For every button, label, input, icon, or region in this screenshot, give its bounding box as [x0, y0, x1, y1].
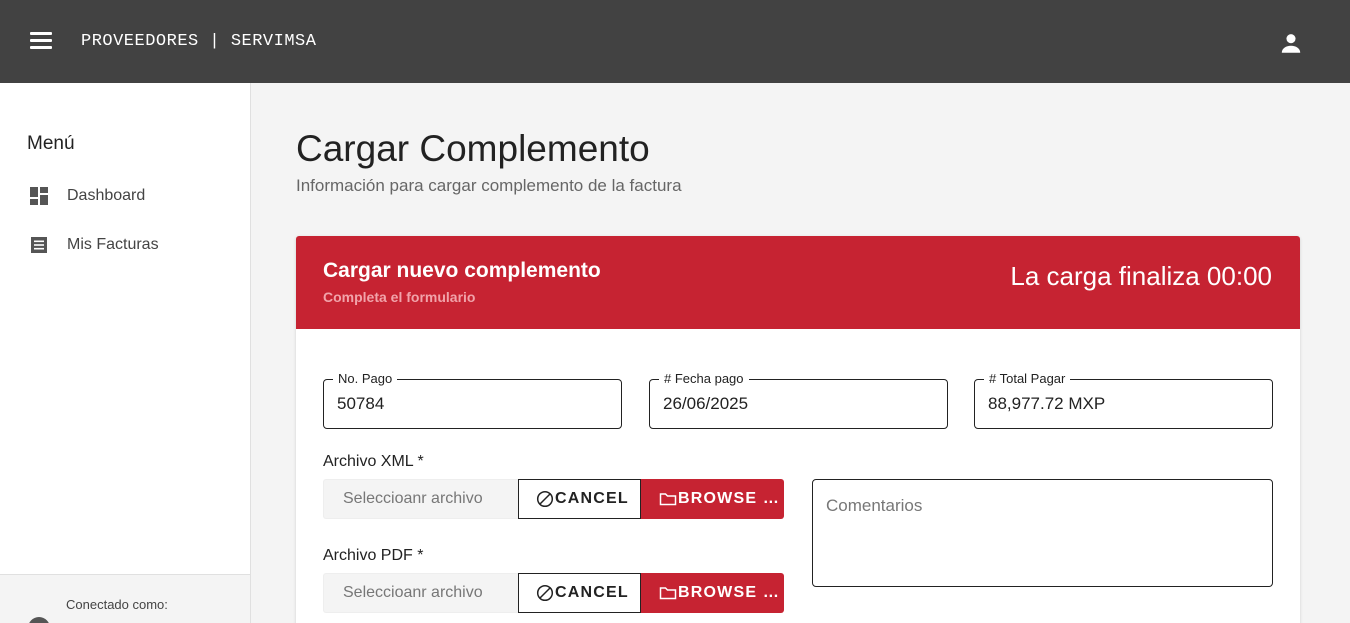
field-value: 88,977.72 MXP	[988, 394, 1106, 413]
total-to-pay-field[interactable]: # Total Pagar 88,977.72 MXP	[974, 371, 1273, 429]
field-label: No. Pago	[333, 371, 398, 387]
comments-textarea[interactable]: Comentarios	[812, 479, 1273, 587]
pdf-file-name[interactable]: Seleccioanr archivo	[323, 573, 518, 613]
page-title: Cargar Complemento	[296, 128, 650, 169]
connected-as-label: Conectado como:	[66, 597, 168, 612]
field-label: # Fecha pago	[659, 371, 749, 387]
sidebar-footer: Conectado como:	[0, 574, 250, 623]
payment-date-field[interactable]: # Fecha pago 26/06/2025	[649, 371, 948, 429]
top-app-bar: PROVEEDORES | SERVIMSA	[0, 0, 1350, 83]
dashboard-icon	[29, 186, 49, 206]
pdf-browse-button[interactable]: BROWSE …	[641, 573, 784, 613]
sidebar: Menú Dashboard Mis Facturas Conectado co…	[0, 83, 251, 623]
sidebar-item-dashboard[interactable]: Dashboard	[0, 176, 250, 216]
field-value: 50784	[337, 394, 385, 413]
card-subtitle: Completa el formulario	[323, 289, 476, 305]
xml-file-input: Seleccioanr archivo CANCEL BROWSE …	[323, 479, 784, 519]
card-title: Cargar nuevo complemento	[323, 259, 601, 282]
account-icon[interactable]	[1278, 30, 1304, 56]
user-avatar-icon	[28, 617, 50, 623]
hamburger-menu-icon[interactable]	[26, 28, 56, 56]
xml-file-name[interactable]: Seleccioanr archivo	[323, 479, 518, 519]
xml-file-label: Archivo XML *	[323, 453, 424, 470]
payment-number-field[interactable]: No. Pago 50784	[323, 371, 622, 429]
upload-card: Cargar nuevo complemento Completa el for…	[296, 236, 1300, 623]
pdf-file-input: Seleccioanr archivo CANCEL BROWSE …	[323, 573, 784, 613]
folder-icon	[659, 587, 677, 600]
sidebar-item-label: Mis Facturas	[67, 236, 159, 253]
cancel-label: CANCEL	[555, 584, 629, 601]
cancel-icon	[536, 490, 554, 508]
pdf-file-label: Archivo PDF *	[323, 547, 424, 564]
xml-cancel-button[interactable]: CANCEL	[518, 479, 641, 519]
field-value: 26/06/2025	[663, 394, 749, 413]
cancel-label: CANCEL	[555, 490, 629, 507]
folder-icon	[659, 493, 677, 506]
upload-timer: La carga finaliza 00:00	[1010, 261, 1272, 291]
app-title: PROVEEDORES | SERVIMSA	[81, 32, 317, 51]
browse-label: BROWSE …	[678, 490, 781, 507]
page-subtitle: Información para cargar complemento de l…	[296, 176, 682, 195]
cancel-icon	[536, 584, 554, 602]
comments-placeholder: Comentarios	[826, 496, 923, 515]
sidebar-item-mis-facturas[interactable]: Mis Facturas	[0, 225, 250, 265]
card-header: Cargar nuevo complemento Completa el for…	[296, 236, 1300, 329]
sidebar-title: Menú	[27, 133, 75, 154]
field-label: # Total Pagar	[984, 371, 1071, 387]
pdf-cancel-button[interactable]: CANCEL	[518, 573, 641, 613]
browse-label: BROWSE …	[678, 584, 781, 601]
sidebar-item-label: Dashboard	[67, 187, 146, 204]
receipt-icon	[29, 235, 49, 255]
xml-browse-button[interactable]: BROWSE …	[641, 479, 784, 519]
